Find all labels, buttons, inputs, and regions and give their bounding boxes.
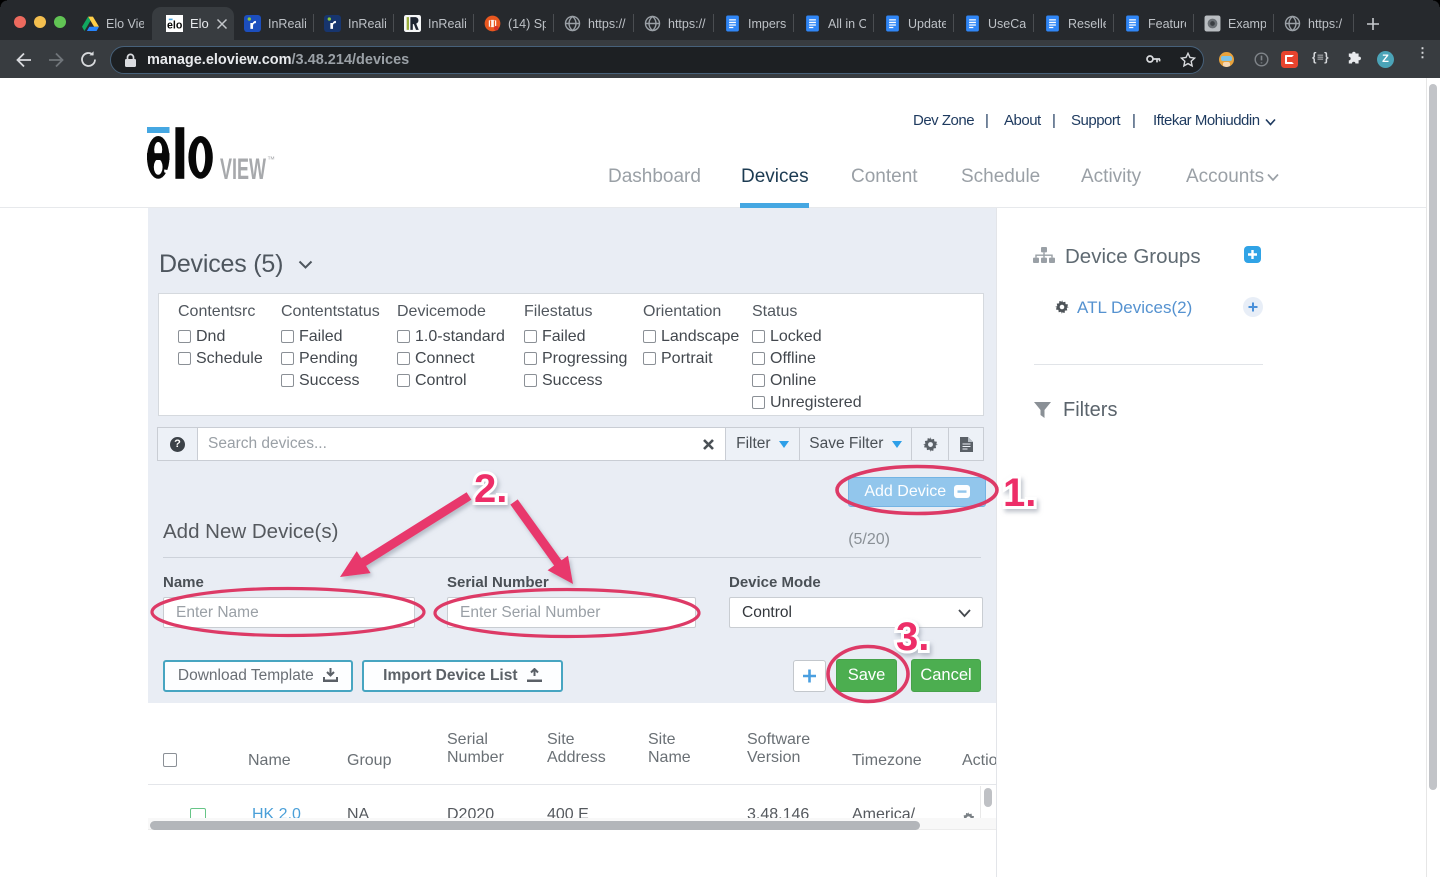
svg-text:™: ™ — [267, 155, 275, 164]
svg-text:elo: elo — [167, 19, 183, 31]
